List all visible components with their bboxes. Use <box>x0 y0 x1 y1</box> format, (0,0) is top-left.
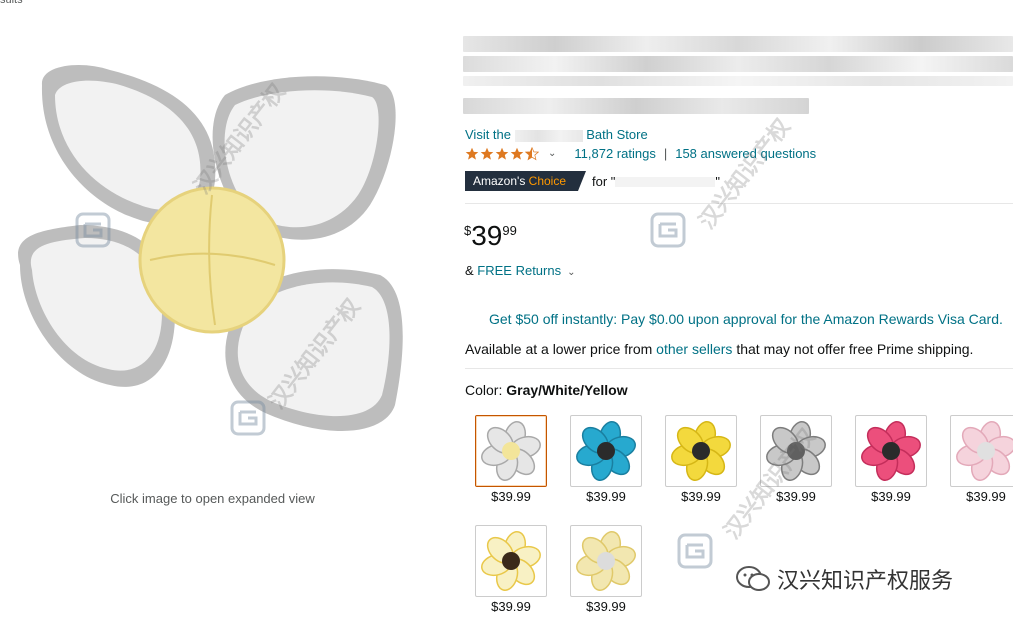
free-returns-link[interactable]: FREE Returns <box>477 263 561 278</box>
swatch-price: $39.99 <box>586 489 626 504</box>
flower-icon <box>956 421 1013 481</box>
star-icon <box>480 147 494 160</box>
choice-for-keyword: for " " <box>592 174 720 189</box>
separator: | <box>663 146 668 161</box>
color-swatch[interactable] <box>855 415 927 487</box>
price-symbol: $ <box>464 223 472 238</box>
watermark-logo-icon <box>650 212 686 248</box>
returns-prefix: & <box>465 263 478 278</box>
flower-icon <box>481 421 541 481</box>
color-swatch[interactable] <box>570 525 642 597</box>
footer-watermark-text: 汉兴知识产权服务 <box>777 568 954 593</box>
amazons-choice-badge[interactable]: Amazon's Choice <box>465 171 587 191</box>
watermark-logo-icon <box>230 400 266 436</box>
store-link-suffix: Bath Store <box>586 127 648 142</box>
color-swatch[interactable] <box>665 415 737 487</box>
swatch-price: $39.99 <box>871 489 911 504</box>
flower-icon <box>861 421 921 481</box>
availability-note: Available at a lower price from other se… <box>465 341 973 357</box>
breadcrumb: sults <box>0 0 23 6</box>
price: $3999 <box>464 220 517 252</box>
chevron-down-icon[interactable]: ⌄ <box>567 267 575 278</box>
store-name-redacted <box>514 129 583 142</box>
badge-highlight: Choice <box>528 174 567 188</box>
flower-icon <box>576 421 636 481</box>
color-swatch[interactable] <box>475 525 547 597</box>
swatch-price: $39.99 <box>491 489 531 504</box>
swatch-price: $39.99 <box>966 489 1006 504</box>
color-label: Color: Gray/White/Yellow <box>465 382 628 398</box>
half-star-icon <box>525 146 539 160</box>
availability-before: Available at a lower price from <box>465 341 657 357</box>
free-returns[interactable]: & FREE Returns ⌄ <box>465 263 576 278</box>
availability-after: that may not offer free Prime shipping. <box>732 341 974 357</box>
chevron-down-icon[interactable]: ⌄ <box>548 148 556 159</box>
price-whole: 39 <box>471 220 503 251</box>
rewards-card-promo[interactable]: Get $50 off instantly: Pay $0.00 upon ap… <box>489 311 1003 327</box>
product-title-redacted <box>463 36 1013 122</box>
color-label-prefix: Color: <box>465 382 507 398</box>
star-icon <box>465 147 479 160</box>
choice-for-prefix: for " <box>592 173 616 189</box>
keyword-redacted <box>615 177 716 188</box>
flower-icon <box>671 421 731 481</box>
footer-watermark: 汉兴知识产权服务 <box>735 563 953 595</box>
swatch-price: $39.99 <box>491 599 531 614</box>
swatch-price: $39.99 <box>681 489 721 504</box>
color-swatch[interactable] <box>570 415 642 487</box>
store-link[interactable]: Visit the Bath Store <box>465 127 648 142</box>
divider <box>465 368 1013 369</box>
chat-icon <box>736 566 770 591</box>
flower-icon <box>481 531 541 591</box>
main-product-image[interactable] <box>0 55 425 465</box>
color-selected-value: Gray/White/Yellow <box>506 382 628 398</box>
price-fraction: 99 <box>502 223 517 238</box>
amazons-choice-row: Amazon's Choice for " " <box>465 171 720 191</box>
watermark-logo-icon <box>677 533 713 569</box>
color-swatch[interactable] <box>475 415 547 487</box>
ratings-count-link[interactable]: 11,872 ratings <box>574 146 655 161</box>
star-icon <box>495 147 509 160</box>
badge-brand: Amazon's <box>473 174 526 188</box>
star-icon <box>510 147 524 160</box>
image-caption: Click image to open expanded view <box>110 491 315 506</box>
star-rating[interactable] <box>465 146 540 161</box>
store-link-prefix: Visit the <box>465 127 512 142</box>
other-sellers-link[interactable]: other sellers <box>656 341 732 357</box>
flower-icon <box>576 531 636 591</box>
color-swatch[interactable] <box>950 415 1013 487</box>
watermark-logo-icon <box>75 212 111 248</box>
swatch-price: $39.99 <box>586 599 626 614</box>
